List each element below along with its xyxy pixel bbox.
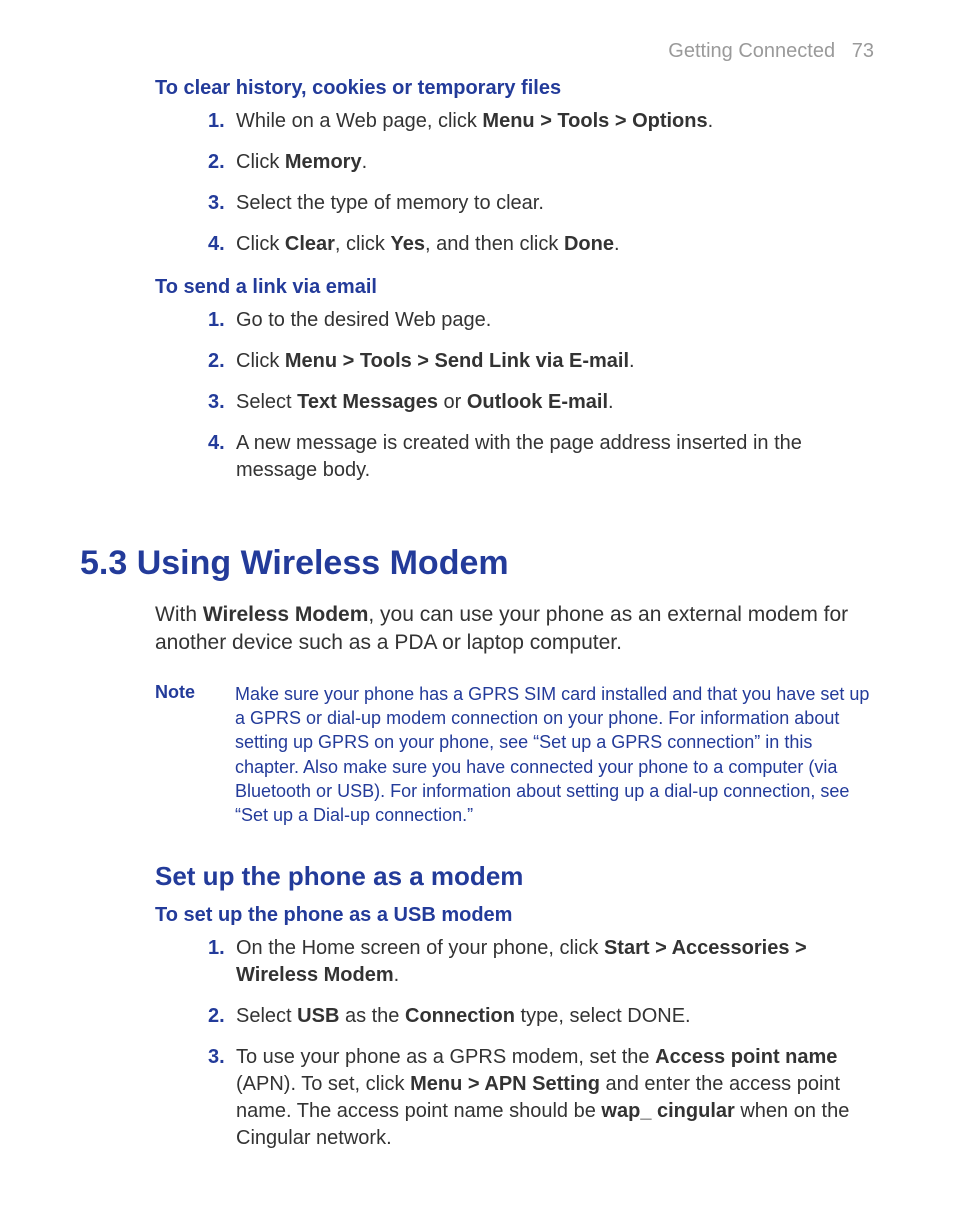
step-bold: Access point name xyxy=(655,1046,837,1068)
steps-usb-modem: 1. On the Home screen of your phone, cli… xyxy=(208,935,874,1152)
step-bold: USB xyxy=(297,1005,339,1027)
step-bold: Connection xyxy=(405,1005,515,1027)
step-number: 4. xyxy=(208,430,225,457)
step-text: Select the type of memory to clear. xyxy=(236,192,544,214)
step-item: 3. Select the type of memory to clear. xyxy=(208,190,874,217)
step-bold: wap_ cingular xyxy=(601,1100,734,1122)
step-text: Click xyxy=(236,350,285,372)
step-text: Go to the desired Web page. xyxy=(236,309,491,331)
heading-clear-history: To clear history, cookies or temporary f… xyxy=(155,77,874,100)
step-text: . xyxy=(608,391,614,413)
section-intro: With Wireless Modem, you can use your ph… xyxy=(155,601,874,658)
step-number: 3. xyxy=(208,389,225,416)
step-text: Select xyxy=(236,1005,297,1027)
step-text: as the xyxy=(339,1005,405,1027)
page-header: Getting Connected 73 xyxy=(80,40,874,63)
step-text: (APN). To set, click xyxy=(236,1073,410,1095)
step-text: or xyxy=(438,391,467,413)
step-number: 1. xyxy=(208,307,225,334)
step-text: type, select DONE. xyxy=(515,1005,691,1027)
heading-usb-modem: To set up the phone as a USB modem xyxy=(155,904,874,927)
step-number: 3. xyxy=(208,190,225,217)
page-number: 73 xyxy=(852,40,874,62)
step-text: Click xyxy=(236,151,285,173)
step-text: Click xyxy=(236,233,285,255)
step-number: 4. xyxy=(208,231,225,258)
step-number: 2. xyxy=(208,348,225,375)
step-text: . xyxy=(708,110,714,132)
note-label: Note xyxy=(155,682,235,828)
steps-clear-history: 1. While on a Web page, click Menu > Too… xyxy=(208,108,874,258)
step-item: 4. A new message is created with the pag… xyxy=(208,430,874,484)
step-item: 1. Go to the desired Web page. xyxy=(208,307,874,334)
step-item: 1. While on a Web page, click Menu > Too… xyxy=(208,108,874,135)
note-block: Note Make sure your phone has a GPRS SIM… xyxy=(155,682,874,828)
step-text: . xyxy=(614,233,620,255)
step-text: , and then click xyxy=(425,233,564,255)
step-bold: Yes xyxy=(390,233,424,255)
step-number: 2. xyxy=(208,149,225,176)
step-bold: Menu > Tools > Options xyxy=(482,110,707,132)
step-number: 1. xyxy=(208,935,225,962)
step-text: . xyxy=(394,964,400,986)
chapter-name: Getting Connected xyxy=(668,40,835,62)
step-bold: Text Messages xyxy=(297,391,438,413)
step-bold: Done xyxy=(564,233,614,255)
step-item: 4. Click Clear, click Yes, and then clic… xyxy=(208,231,874,258)
section-5-3-title: 5.3 Using Wireless Modem xyxy=(80,544,874,583)
step-item: 2. Click Memory. xyxy=(208,149,874,176)
note-text: Make sure your phone has a GPRS SIM card… xyxy=(235,682,874,828)
step-text: To use your phone as a GPRS modem, set t… xyxy=(236,1046,655,1068)
step-item: 2. Select USB as the Connection type, se… xyxy=(208,1003,874,1030)
step-item: 1. On the Home screen of your phone, cli… xyxy=(208,935,874,989)
intro-bold: Wireless Modem xyxy=(203,603,369,626)
heading-send-link: To send a link via email xyxy=(155,276,874,299)
page-container: Getting Connected 73 To clear history, c… xyxy=(0,0,954,1230)
step-text: Select xyxy=(236,391,297,413)
step-item: 2. Click Menu > Tools > Send Link via E-… xyxy=(208,348,874,375)
step-text: . xyxy=(362,151,368,173)
steps-send-link: 1. Go to the desired Web page. 2. Click … xyxy=(208,307,874,484)
step-bold: Memory xyxy=(285,151,362,173)
step-bold: Menu > APN Setting xyxy=(410,1073,600,1095)
step-number: 1. xyxy=(208,108,225,135)
step-text: A new message is created with the page a… xyxy=(236,432,802,481)
step-number: 2. xyxy=(208,1003,225,1030)
subhead-set-up-modem: Set up the phone as a modem xyxy=(155,861,874,892)
step-number: 3. xyxy=(208,1044,225,1071)
step-text: , click xyxy=(335,233,391,255)
step-text: While on a Web page, click xyxy=(236,110,482,132)
step-bold: Menu > Tools > Send Link via E-mail xyxy=(285,350,629,372)
step-item: 3. To use your phone as a GPRS modem, se… xyxy=(208,1044,874,1152)
step-bold: Clear xyxy=(285,233,335,255)
step-bold: Outlook E-mail xyxy=(467,391,608,413)
step-text: . xyxy=(629,350,635,372)
step-text: On the Home screen of your phone, click xyxy=(236,937,604,959)
intro-text: With xyxy=(155,603,203,626)
step-item: 3. Select Text Messages or Outlook E-mai… xyxy=(208,389,874,416)
